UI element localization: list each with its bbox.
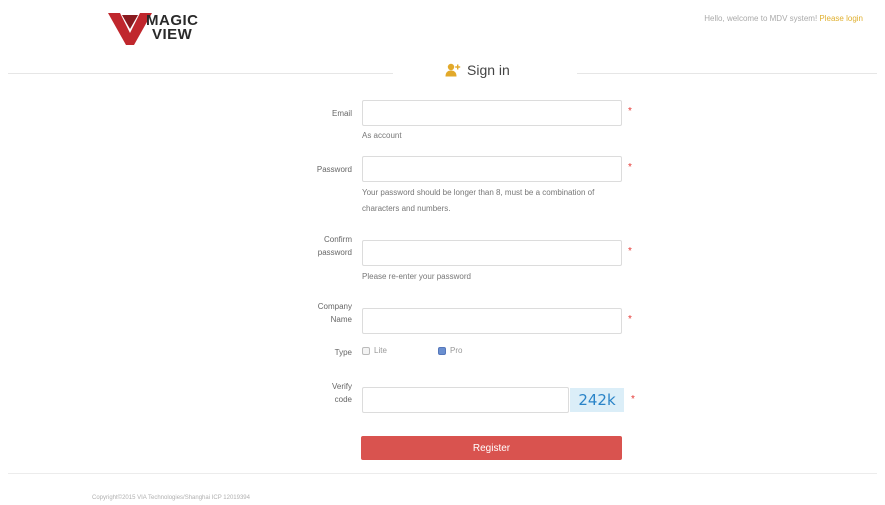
password-required-mark: * <box>628 162 632 173</box>
email-required-mark: * <box>628 106 632 117</box>
welcome-text: Hello, welcome to MDV system! <box>704 14 820 23</box>
company-name-label-line1: Company <box>317 302 352 311</box>
company-name-required-mark: * <box>628 314 632 325</box>
logo-text: MAGIC VIEW <box>146 13 199 43</box>
logo-line2: VIEW <box>152 26 193 43</box>
page-title: Sign in <box>445 62 510 78</box>
verify-code-label: Verify code <box>292 380 352 406</box>
verify-code-field[interactable] <box>362 387 569 413</box>
email-label: Email <box>331 109 352 118</box>
type-label: Type <box>334 348 352 357</box>
type-lite-radio[interactable] <box>362 346 370 355</box>
confirm-password-hint: Please re-enter your password <box>362 272 471 281</box>
welcome-message: Hello, welcome to MDV system! Please log… <box>704 14 863 23</box>
type-option-lite[interactable]: Lite <box>362 346 387 355</box>
type-pro-radio[interactable] <box>438 346 446 355</box>
add-user-icon <box>445 63 461 77</box>
company-name-label-line2: Name <box>330 315 352 324</box>
company-name-field[interactable] <box>362 308 622 334</box>
confirm-password-label-line1: Confirm <box>323 235 352 244</box>
email-field[interactable] <box>362 100 622 126</box>
verify-code-required-mark: * <box>631 394 635 405</box>
type-option-pro[interactable]: Pro <box>438 346 462 355</box>
title-divider-left <box>8 73 393 74</box>
verify-code-label-line2: code <box>334 395 352 404</box>
password-hint: Your password should be longer than 8, m… <box>362 188 595 213</box>
type-lite-label: Lite <box>374 346 387 355</box>
footer-divider <box>8 473 877 474</box>
copyright-text: Copyright©2015 VIA Technologies/Shanghai… <box>92 495 250 501</box>
login-link[interactable]: Please login <box>819 14 863 23</box>
company-name-label: Company Name <box>292 300 352 326</box>
confirm-password-label: Confirm password <box>292 233 352 259</box>
title-divider-right <box>577 73 877 74</box>
password-label: Password <box>316 165 352 174</box>
verify-code-label-line1: Verify <box>331 382 352 391</box>
page-title-text: Sign in <box>467 62 510 78</box>
register-button[interactable]: Register <box>361 436 622 460</box>
logo: MAGIC VIEW <box>108 11 228 47</box>
type-pro-label: Pro <box>450 346 463 355</box>
confirm-password-label-line2: password <box>317 248 352 257</box>
confirm-password-field[interactable] <box>362 240 622 266</box>
captcha-image[interactable]: 242k <box>570 388 624 412</box>
confirm-password-required-mark: * <box>628 246 632 257</box>
email-hint: As account <box>362 131 402 140</box>
password-field[interactable] <box>362 156 622 182</box>
